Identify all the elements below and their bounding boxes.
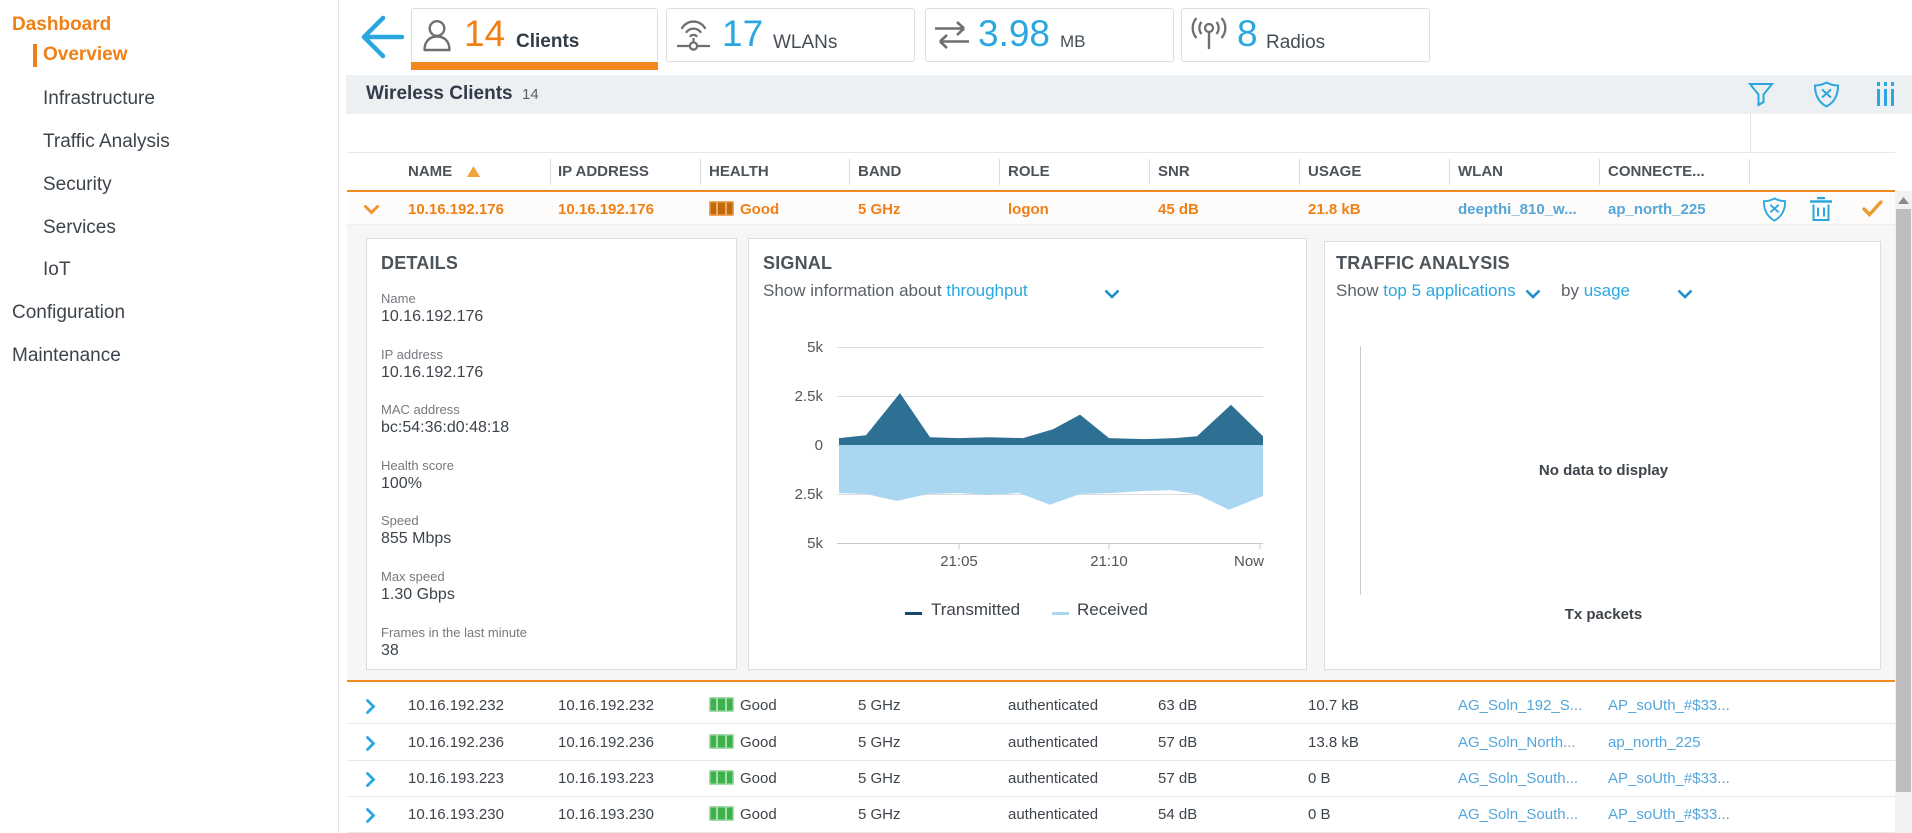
svg-text:Now: Now (1234, 553, 1264, 569)
svg-text:5k: 5k (807, 535, 823, 552)
svg-text:2.5k: 2.5k (795, 486, 824, 503)
svg-text:21:05: 21:05 (940, 553, 978, 569)
svg-text:2.5k: 2.5k (795, 388, 824, 405)
svg-text:21:10: 21:10 (1090, 553, 1128, 569)
svg-text:0: 0 (815, 437, 823, 454)
svg-text:5k: 5k (807, 339, 823, 356)
